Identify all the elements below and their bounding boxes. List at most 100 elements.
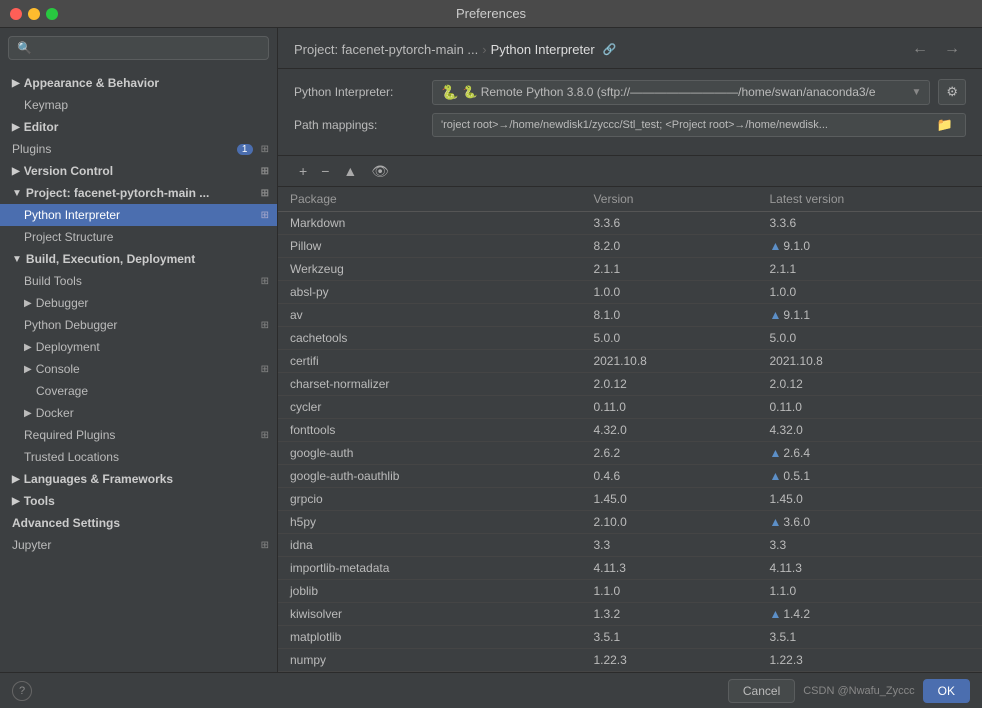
sidebar-item-trusted-locations[interactable]: Trusted Locations [0, 446, 277, 468]
table-row[interactable]: google-auth-oauthlib0.4.6▲0.5.1 [278, 465, 982, 488]
chevron-right-icon: ▶ [12, 474, 20, 485]
sidebar-item-python-interpreter[interactable]: Python Interpreter ⊞ [0, 204, 277, 226]
table-row[interactable]: Pillow8.2.0▲9.1.0 [278, 235, 982, 258]
remove-package-button[interactable]: − [316, 162, 334, 180]
sidebar-item-version-control[interactable]: ▶ Version Control ⊞ [0, 160, 277, 182]
table-row[interactable]: charset-normalizer2.0.122.0.12 [278, 373, 982, 396]
chevron-right-icon: ▶ [24, 342, 32, 353]
interpreter-gear-button[interactable]: ⚙ [938, 79, 966, 105]
package-name: Pillow [278, 235, 581, 258]
sidebar-item-docker[interactable]: ▶ Docker [0, 402, 277, 424]
package-latest: 2.1.1 [757, 258, 982, 281]
package-name: kiwisolver [278, 603, 581, 626]
package-version: 1.3.2 [581, 603, 757, 626]
table-row[interactable]: matplotlib3.5.13.5.1 [278, 626, 982, 649]
maximize-button[interactable] [46, 8, 58, 20]
sidebar-item-console[interactable]: ▶ Console ⊞ [0, 358, 277, 380]
package-name: joblib [278, 580, 581, 603]
show-outdated-button[interactable]: 👁 [366, 162, 394, 180]
ok-button[interactable]: OK [923, 679, 970, 703]
sidebar-item-appearance[interactable]: ▶ Appearance & Behavior [0, 72, 277, 94]
table-row[interactable]: kiwisolver1.3.2▲1.4.2 [278, 603, 982, 626]
package-name: certifi [278, 350, 581, 373]
add-package-button[interactable]: + [294, 162, 312, 180]
table-row[interactable]: Werkzeug2.1.12.1.1 [278, 258, 982, 281]
chevron-right-icon: ▶ [12, 78, 20, 89]
sidebar-item-keymap[interactable]: Keymap [0, 94, 277, 116]
table-row[interactable]: joblib1.1.01.1.0 [278, 580, 982, 603]
minimize-button[interactable] [28, 8, 40, 20]
sidebar-item-tools[interactable]: ▶ Tools [0, 490, 277, 512]
interpreter-label: Python Interpreter: [294, 85, 424, 99]
package-name: fonttools [278, 419, 581, 442]
table-row[interactable]: certifi2021.10.82021.10.8 [278, 350, 982, 373]
close-button[interactable] [10, 8, 22, 20]
nav-back-button[interactable]: ← [906, 38, 934, 60]
update-arrow-icon: ▲ [769, 239, 781, 253]
package-name: cycler [278, 396, 581, 419]
main-container: 🔍 ▶ Appearance & Behavior Keymap ▶ Edito… [0, 28, 982, 672]
package-name: Werkzeug [278, 258, 581, 281]
package-latest: 3.5.1 [757, 626, 982, 649]
chevron-right-icon: ▶ [24, 298, 32, 309]
package-version: 3.3 [581, 534, 757, 557]
update-arrow-icon: ▲ [769, 446, 781, 460]
table-row[interactable]: numpy1.22.31.22.3 [278, 649, 982, 672]
navigation-arrows: ← → [906, 38, 966, 60]
console-icon: ⊞ [261, 364, 269, 375]
package-name: google-auth-oauthlib [278, 465, 581, 488]
package-version: 1.22.3 [581, 649, 757, 672]
package-name: importlib-metadata [278, 557, 581, 580]
path-mappings-field[interactable]: 'roject root>→/home/newdisk1/zyccc/Stl_t… [432, 113, 966, 137]
table-row[interactable]: idna3.33.3 [278, 534, 982, 557]
table-row[interactable]: fonttools4.32.04.32.0 [278, 419, 982, 442]
help-button[interactable]: ? [12, 681, 32, 701]
sidebar-item-required-plugins[interactable]: Required Plugins ⊞ [0, 424, 277, 446]
col-package: Package [278, 187, 581, 212]
table-row[interactable]: google-auth2.6.2▲2.6.4 [278, 442, 982, 465]
table-row[interactable]: cachetools5.0.05.0.0 [278, 327, 982, 350]
table-row[interactable]: Markdown3.3.63.3.6 [278, 212, 982, 235]
sidebar-item-build-tools[interactable]: Build Tools ⊞ [0, 270, 277, 292]
breadcrumb-icon: 🔗 [603, 43, 617, 56]
nav-forward-button[interactable]: → [938, 38, 966, 60]
window-title: Preferences [456, 6, 526, 21]
sidebar-item-editor[interactable]: ▶ Editor [0, 116, 277, 138]
sidebar-item-advanced-settings[interactable]: Advanced Settings [0, 512, 277, 534]
sidebar-item-project-structure[interactable]: Project Structure [0, 226, 277, 248]
package-name: charset-normalizer [278, 373, 581, 396]
interpreter-value-field[interactable]: 🐍 🐍 Remote Python 3.8.0 (sftp://————————… [432, 80, 930, 105]
table-row[interactable]: av8.1.0▲9.1.1 [278, 304, 982, 327]
table-row[interactable]: grpcio1.45.01.45.0 [278, 488, 982, 511]
package-version: 3.3.6 [581, 212, 757, 235]
package-table: Package Version Latest version Markdown3… [278, 187, 982, 672]
sidebar-item-debugger[interactable]: ▶ Debugger [0, 292, 277, 314]
package-name: idna [278, 534, 581, 557]
sidebar-item-languages[interactable]: ▶ Languages & Frameworks [0, 468, 277, 490]
vcs-icon: ⊞ [261, 166, 269, 177]
table-row[interactable]: h5py2.10.0▲3.6.0 [278, 511, 982, 534]
interpreter-value-text: 🐍 Remote Python 3.8.0 (sftp://—————————/… [462, 85, 907, 99]
sidebar-item-coverage[interactable]: Coverage [0, 380, 277, 402]
search-input[interactable] [36, 41, 260, 55]
sidebar-item-plugins[interactable]: Plugins 1 ⊞ [0, 138, 277, 160]
footer: ? Cancel CSDN @Nwafu_Zyccc OK [0, 672, 982, 708]
sidebar-item-build-exec[interactable]: ▼ Build, Execution, Deployment [0, 248, 277, 270]
package-name: av [278, 304, 581, 327]
table-row[interactable]: absl-py1.0.01.0.0 [278, 281, 982, 304]
package-latest: 1.1.0 [757, 580, 982, 603]
sidebar-item-deployment[interactable]: ▶ Deployment [0, 336, 277, 358]
package-version: 2.1.1 [581, 258, 757, 281]
upgrade-package-button[interactable]: ▲ [338, 162, 362, 180]
table-row[interactable]: cycler0.11.00.11.0 [278, 396, 982, 419]
package-version: 2.10.0 [581, 511, 757, 534]
search-box[interactable]: 🔍 [8, 36, 269, 60]
sidebar-item-python-debugger[interactable]: Python Debugger ⊞ [0, 314, 277, 336]
sidebar-item-jupyter[interactable]: Jupyter ⊞ [0, 534, 277, 556]
sidebar-item-project[interactable]: ▼ Project: facenet-pytorch-main ... ⊞ [0, 182, 277, 204]
package-version: 1.1.0 [581, 580, 757, 603]
path-folder-button[interactable]: 📁 [933, 117, 957, 133]
project-icon: ⊞ [261, 188, 269, 199]
table-row[interactable]: importlib-metadata4.11.34.11.3 [278, 557, 982, 580]
cancel-button[interactable]: Cancel [728, 679, 795, 703]
